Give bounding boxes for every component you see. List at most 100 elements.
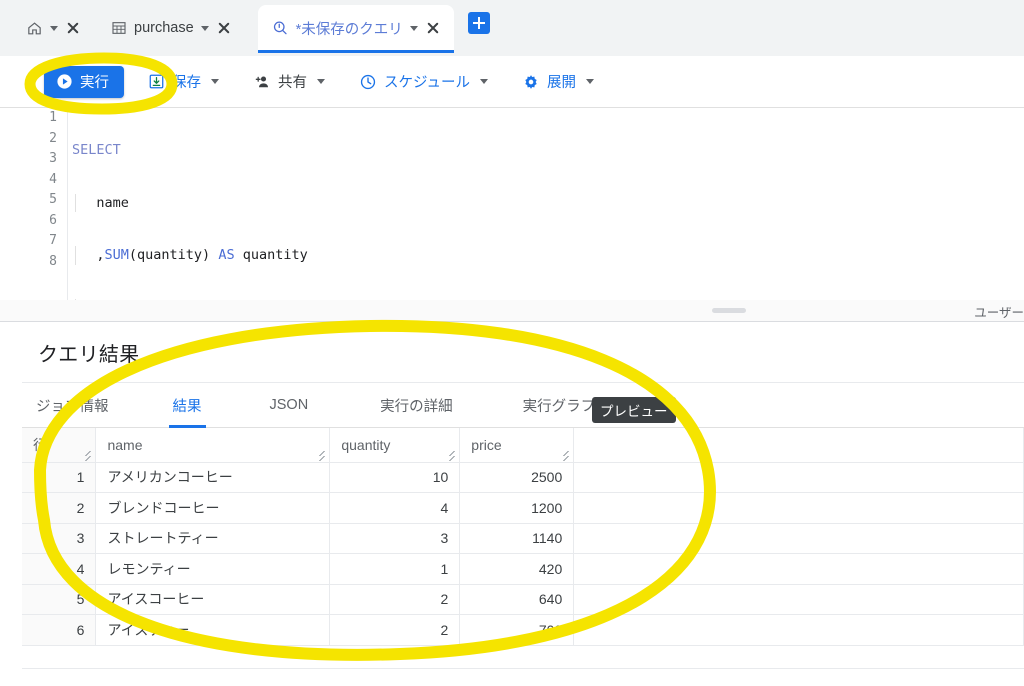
table-icon: [111, 20, 127, 36]
line-number-gutter: 1 2 3 4 5 6 7 8: [0, 108, 68, 300]
tab-bar: purchase *未保存のクエリ: [0, 0, 1024, 56]
cell-price: 420: [459, 553, 575, 585]
preview-tooltip-label: プレビュー: [600, 404, 668, 419]
tab-job-information[interactable]: ジョブ情報: [22, 383, 127, 428]
column-header-row[interactable]: 行: [22, 428, 97, 463]
save-button-label: 保存: [172, 75, 201, 91]
cell-quantity: 3: [329, 523, 461, 554]
schedule-button[interactable]: スケジュール: [349, 66, 498, 98]
table-row[interactable]: 3 ストレートティー 3 1140: [22, 523, 1024, 554]
line-number: 5: [49, 192, 57, 207]
schedule-caret-icon[interactable]: [480, 79, 488, 84]
table-row[interactable]: 4 レモンティー 1 420: [22, 553, 1024, 585]
save-button[interactable]: 保存: [138, 66, 229, 98]
table-row[interactable]: 6 アイスティー 2 700: [22, 614, 1024, 646]
results-table-wrapper: 行 name quantity price 1 アメリカンコーヒー 10 250…: [22, 428, 1024, 646]
tab-purchase[interactable]: purchase: [101, 6, 242, 50]
add-tab-button[interactable]: [467, 11, 490, 34]
line-number: 4: [49, 171, 57, 187]
tab-unsaved-query-label: *未保存のクエリ: [295, 21, 403, 38]
tab-purchase-caret-icon[interactable]: [200, 25, 209, 31]
cell-row-number: 3: [22, 523, 97, 554]
results-tab-bar: ジョブ情報 結果 JSON 実行の詳細 実行グラフ: [22, 383, 1024, 428]
cell-filler: [573, 462, 1024, 493]
editor-resize-handle[interactable]: [712, 308, 746, 313]
run-button[interactable]: 実行: [44, 65, 124, 98]
cell-name: アイスコーヒー: [95, 584, 331, 615]
cell-quantity: 10: [329, 462, 461, 493]
tab-home-close-icon[interactable]: [65, 20, 81, 36]
tab-results[interactable]: 結果: [155, 383, 220, 428]
editor-footer-note: ユーザー: [974, 306, 1024, 320]
column-resize-handle-price[interactable]: [561, 450, 572, 461]
share-caret-icon[interactable]: [317, 79, 325, 84]
column-resize-handle-name[interactable]: [317, 450, 328, 461]
column-header-filler: [573, 428, 1024, 463]
play-icon: [56, 73, 73, 90]
column-header-name-label: name: [107, 436, 143, 453]
tab-execution-details-label: 実行の詳細: [380, 398, 453, 415]
sql-code[interactable]: SELECT name ,SUM(quantity) AS quantity ,…: [68, 108, 1024, 300]
table-row[interactable]: 5 アイスコーヒー 2 640: [22, 584, 1024, 615]
cell-row-number: 2: [22, 492, 97, 524]
line-number: 1: [49, 110, 57, 125]
deploy-caret-icon[interactable]: [586, 79, 594, 84]
results-table-body: 1 アメリカンコーヒー 10 2500 2 ブレンドコーヒー 4 1200 3 …: [22, 462, 1024, 646]
column-header-price[interactable]: price: [459, 428, 575, 463]
cell-row-number: 6: [22, 614, 97, 646]
column-header-row-label: 行: [33, 436, 47, 453]
table-row[interactable]: 2 ブレンドコーヒー 4 1200: [22, 492, 1024, 524]
line-number: 6: [49, 212, 57, 228]
cell-filler: [573, 614, 1024, 646]
cell-price: 640: [459, 584, 575, 615]
column-header-quantity[interactable]: quantity: [329, 428, 461, 463]
column-resize-handle-row[interactable]: [83, 450, 94, 461]
tab-execution-graph-label: 実行グラフ: [522, 398, 596, 415]
tab-purchase-label: purchase: [134, 20, 194, 36]
tab-purchase-close-icon[interactable]: [216, 20, 232, 36]
cell-name: アイスティー: [95, 614, 331, 646]
cell-quantity: 2: [329, 584, 461, 615]
cell-name: アメリカンコーヒー: [95, 462, 331, 493]
editor-footer: ユーザー: [0, 300, 1024, 322]
cell-filler: [573, 523, 1024, 554]
cell-filler: [573, 492, 1024, 524]
tab-home-caret-icon[interactable]: [50, 25, 58, 31]
deploy-button[interactable]: 展開: [512, 66, 604, 98]
share-button[interactable]: 共有: [243, 66, 335, 98]
cell-row-number: 5: [22, 584, 97, 615]
line-number: 7: [49, 233, 57, 248]
code-line-1: SELECT: [72, 142, 121, 158]
tab-unsaved-query[interactable]: *未保存のクエリ: [257, 5, 454, 53]
table-header-row: 行 name quantity price: [22, 428, 1024, 463]
cell-quantity: 4: [329, 492, 461, 524]
tab-execution-details[interactable]: 実行の詳細: [362, 383, 471, 428]
cell-name: ブレンドコーヒー: [95, 492, 331, 524]
sql-editor[interactable]: 1 2 3 4 5 6 7 8 SELECT name ,SUM(quantit…: [0, 108, 1024, 300]
tab-results-label: 結果: [172, 398, 202, 415]
cell-quantity: 1: [329, 553, 461, 585]
tab-json[interactable]: JSON: [252, 383, 327, 428]
preview-tooltip: プレビュー: [592, 397, 676, 423]
results-table: 行 name quantity price 1 アメリカンコーヒー 10 250…: [22, 428, 1024, 646]
share-button-label: 共有: [278, 75, 307, 91]
column-resize-handle-quantity[interactable]: [447, 450, 458, 461]
column-header-name[interactable]: name: [95, 428, 331, 463]
cell-price: 1200: [459, 492, 575, 524]
cell-name: レモンティー: [95, 553, 331, 585]
tab-unsaved-query-caret-icon[interactable]: [409, 25, 418, 31]
code-line-2: name: [72, 193, 1024, 214]
table-row[interactable]: 1 アメリカンコーヒー 10 2500: [22, 462, 1024, 493]
tab-home[interactable]: [16, 6, 91, 50]
clock-icon: [359, 73, 377, 91]
run-button-label: 実行: [80, 75, 109, 91]
cell-name: ストレートティー: [95, 523, 331, 554]
cell-price: 2500: [459, 462, 575, 493]
save-caret-icon[interactable]: [211, 79, 219, 84]
cell-filler: [573, 584, 1024, 615]
bigquery-console: purchase *未保存のクエリ 実行 保存 共有 スケジュール 展開 1 2…: [0, 0, 1024, 686]
deploy-button-label: 展開: [547, 75, 576, 91]
tab-unsaved-query-close-icon[interactable]: [425, 20, 441, 36]
cell-row-number: 1: [22, 462, 97, 493]
tab-json-label: JSON: [269, 397, 309, 413]
